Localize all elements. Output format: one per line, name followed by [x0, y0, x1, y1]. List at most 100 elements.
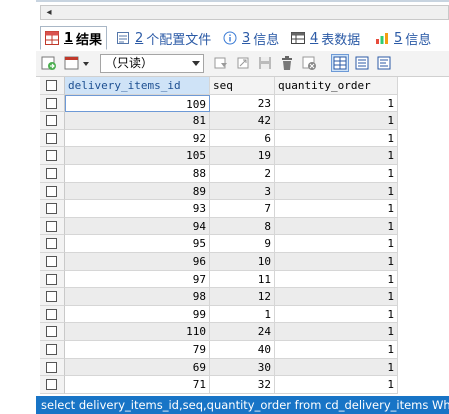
cell-quantity-order[interactable]: 1 [275, 340, 398, 359]
row-select-cell[interactable] [40, 358, 65, 377]
cell-seq[interactable]: 12 [210, 288, 275, 306]
row-checkbox[interactable] [46, 379, 57, 391]
row-checkbox[interactable] [46, 203, 57, 215]
row-select-cell[interactable] [40, 288, 65, 306]
cell-seq[interactable]: 32 [210, 376, 275, 394]
cell-seq[interactable]: 3 [210, 182, 275, 201]
row-select-cell[interactable] [40, 340, 65, 359]
row-checkbox[interactable] [46, 343, 57, 355]
row-checkbox[interactable] [46, 150, 57, 162]
cell-seq[interactable]: 42 [210, 112, 275, 130]
row-checkbox[interactable] [46, 185, 57, 197]
tab-results[interactable]: 1 结果 [40, 26, 108, 50]
cell-seq[interactable]: 11 [210, 270, 275, 289]
export-icon[interactable] [41, 55, 57, 71]
cell-delivery-items-id[interactable]: 105 [65, 147, 210, 165]
cell-quantity-order[interactable]: 1 [275, 270, 398, 289]
row-checkbox[interactable] [46, 255, 57, 267]
view-options-button[interactable] [64, 55, 92, 71]
row-select-cell[interactable] [40, 164, 65, 183]
row-select-cell[interactable] [40, 147, 65, 165]
save-icon[interactable] [257, 55, 273, 71]
text-view-icon[interactable] [376, 55, 392, 71]
grid-view-icon[interactable] [331, 54, 349, 72]
cell-seq[interactable]: 23 [210, 94, 275, 113]
cell-quantity-order[interactable]: 1 [275, 94, 398, 113]
read-only-mode-select[interactable]: （只读） [100, 54, 204, 73]
tab-table-data[interactable]: 4 表数据 [291, 26, 360, 50]
delete-icon[interactable] [279, 55, 295, 71]
cell-seq[interactable]: 10 [210, 252, 275, 271]
filter-icon[interactable] [213, 55, 229, 71]
cell-delivery-items-id[interactable]: 81 [65, 112, 210, 130]
table-row[interactable]: 105 19 1 [40, 147, 400, 165]
cell-quantity-order[interactable]: 1 [275, 376, 398, 394]
cell-quantity-order[interactable]: 1 [275, 147, 398, 165]
horizontal-scrollbar[interactable]: ◂ [40, 5, 449, 20]
row-select-cell[interactable] [40, 270, 65, 289]
cell-delivery-items-id[interactable]: 88 [65, 164, 210, 183]
cell-delivery-items-id[interactable]: 93 [65, 200, 210, 218]
cell-delivery-items-id[interactable]: 98 [65, 288, 210, 306]
cell-seq[interactable]: 7 [210, 200, 275, 218]
row-select-cell[interactable] [40, 323, 65, 341]
table-row[interactable]: 97 11 1 [40, 270, 400, 289]
cell-seq[interactable]: 40 [210, 340, 275, 359]
cell-quantity-order[interactable]: 1 [275, 252, 398, 271]
table-row[interactable]: 81 42 1 [40, 112, 400, 130]
table-row[interactable]: 110 24 1 [40, 323, 400, 341]
form-view-icon[interactable] [354, 55, 370, 71]
vertical-scroll-area[interactable] [437, 77, 449, 395]
cell-delivery-items-id[interactable]: 110 [65, 323, 210, 341]
cell-delivery-items-id[interactable]: 92 [65, 129, 210, 148]
cell-delivery-items-id[interactable]: 89 [65, 182, 210, 201]
row-checkbox[interactable] [46, 308, 57, 320]
row-checkbox[interactable] [46, 291, 57, 303]
row-checkbox[interactable] [46, 238, 57, 250]
cell-quantity-order[interactable]: 1 [275, 235, 398, 253]
column-header-quantity-order[interactable]: quantity_order [275, 77, 398, 95]
row-select-cell[interactable] [40, 129, 65, 148]
cell-seq[interactable]: 2 [210, 164, 275, 183]
row-checkbox[interactable] [46, 132, 57, 144]
cell-delivery-items-id[interactable]: 96 [65, 252, 210, 271]
cell-quantity-order[interactable]: 1 [275, 129, 398, 148]
table-row[interactable]: 95 9 1 [40, 235, 400, 253]
row-select-cell[interactable] [40, 217, 65, 236]
table-row[interactable]: 98 12 1 [40, 288, 400, 306]
cell-seq[interactable]: 24 [210, 323, 275, 341]
cancel-changes-icon[interactable] [301, 55, 317, 71]
tab-history-info[interactable]: 5 信息 [375, 26, 431, 50]
table-row[interactable]: 93 7 1 [40, 200, 400, 218]
insert-row-icon[interactable] [235, 55, 251, 71]
table-row[interactable]: 94 8 1 [40, 217, 400, 236]
row-checkbox[interactable] [46, 115, 57, 127]
tab-profiles[interactable]: 2 个配置文件 [116, 26, 211, 50]
row-select-cell[interactable] [40, 112, 65, 130]
cell-delivery-items-id[interactable]: 71 [65, 376, 210, 394]
row-select-cell[interactable] [40, 376, 65, 394]
row-checkbox[interactable] [46, 167, 57, 179]
cell-quantity-order[interactable]: 1 [275, 164, 398, 183]
table-row[interactable]: 109 23 1 [40, 94, 400, 113]
cell-quantity-order[interactable]: 1 [275, 358, 398, 377]
row-select-cell[interactable] [40, 200, 65, 218]
row-checkbox[interactable] [46, 361, 57, 373]
row-checkbox[interactable] [46, 273, 57, 285]
row-select-cell[interactable] [40, 305, 65, 324]
cell-seq[interactable]: 1 [210, 305, 275, 324]
cell-quantity-order[interactable]: 1 [275, 200, 398, 218]
row-checkbox[interactable] [46, 220, 57, 232]
select-all-checkbox[interactable] [46, 80, 57, 91]
table-row[interactable]: 96 10 1 [40, 252, 400, 271]
row-select-cell[interactable] [40, 235, 65, 253]
cell-delivery-items-id[interactable]: 97 [65, 270, 210, 289]
tab-info[interactable]: 3 信息 [223, 26, 279, 50]
row-checkbox[interactable] [46, 97, 57, 109]
cell-seq[interactable]: 8 [210, 217, 275, 236]
cell-quantity-order[interactable]: 1 [275, 182, 398, 201]
cell-delivery-items-id[interactable]: 109 [65, 94, 210, 113]
cell-quantity-order[interactable]: 1 [275, 112, 398, 130]
cell-quantity-order[interactable]: 1 [275, 288, 398, 306]
table-row[interactable]: 99 1 1 [40, 305, 400, 324]
